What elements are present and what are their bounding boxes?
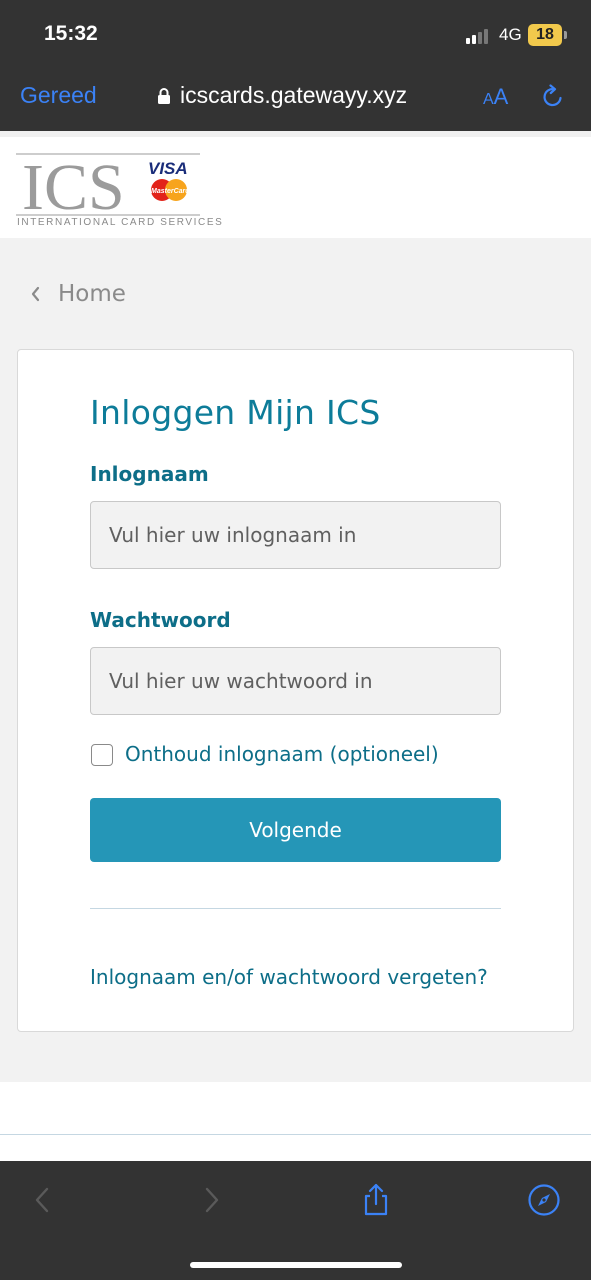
logo-subtitle: INTERNATIONAL CARD SERVICES bbox=[17, 217, 224, 228]
divider bbox=[90, 908, 501, 909]
reload-icon[interactable] bbox=[540, 84, 566, 110]
chevron-left-icon[interactable] bbox=[26, 1183, 60, 1217]
compass-icon[interactable] bbox=[527, 1183, 561, 1217]
page-footer bbox=[0, 1082, 591, 1161]
done-button[interactable]: Gereed bbox=[20, 82, 97, 109]
battery-icon: 18 bbox=[528, 24, 562, 46]
status-time: 15:32 bbox=[44, 22, 98, 45]
address-bar[interactable]: icscards.gatewayy.xyz bbox=[157, 82, 407, 109]
username-input[interactable] bbox=[90, 501, 501, 569]
next-button[interactable]: Volgende bbox=[90, 798, 501, 862]
text-size-big: A bbox=[493, 84, 509, 109]
battery-tip bbox=[564, 31, 567, 39]
breadcrumb-label: Home bbox=[58, 281, 126, 307]
forgot-credentials-link[interactable]: Inlognaam en/of wachtwoord vergeten? bbox=[90, 965, 488, 989]
browser-top-bar: 15:32 4G 18 Gereed icscards.gatewayy.xyz… bbox=[0, 0, 591, 131]
chevron-right-icon[interactable] bbox=[194, 1183, 228, 1217]
svg-text:VISA: VISA bbox=[148, 159, 188, 178]
url-text: icscards.gatewayy.xyz bbox=[180, 82, 408, 108]
remember-label[interactable]: Onthoud inlognaam (optioneel) bbox=[125, 742, 439, 766]
svg-text:MasterCard: MasterCard bbox=[151, 188, 190, 195]
signal-icon bbox=[466, 28, 494, 44]
login-card: Inloggen Mijn ICS Inlognaam Wachtwoord O… bbox=[17, 349, 574, 1032]
remember-checkbox[interactable] bbox=[91, 744, 113, 766]
breadcrumb-home[interactable]: Home bbox=[30, 281, 126, 307]
username-label: Inlognaam bbox=[90, 462, 209, 486]
password-label: Wachtwoord bbox=[90, 608, 231, 632]
network-type: 4G bbox=[499, 25, 522, 44]
browser-bottom-toolbar bbox=[0, 1161, 591, 1280]
share-icon[interactable] bbox=[359, 1183, 393, 1217]
footer-divider bbox=[0, 1134, 591, 1135]
lock-icon bbox=[158, 87, 170, 104]
password-input[interactable] bbox=[90, 647, 501, 715]
site-header: ICS VISA MasterCard INTERNATIONAL CARD S… bbox=[0, 131, 591, 238]
home-indicator bbox=[190, 1262, 402, 1268]
text-size-small: A bbox=[483, 91, 494, 108]
svg-text:ICS: ICS bbox=[22, 151, 125, 224]
chevron-left-icon bbox=[31, 286, 40, 302]
text-size-button[interactable]: AA bbox=[483, 84, 508, 110]
page-title: Inloggen Mijn ICS bbox=[90, 393, 381, 432]
